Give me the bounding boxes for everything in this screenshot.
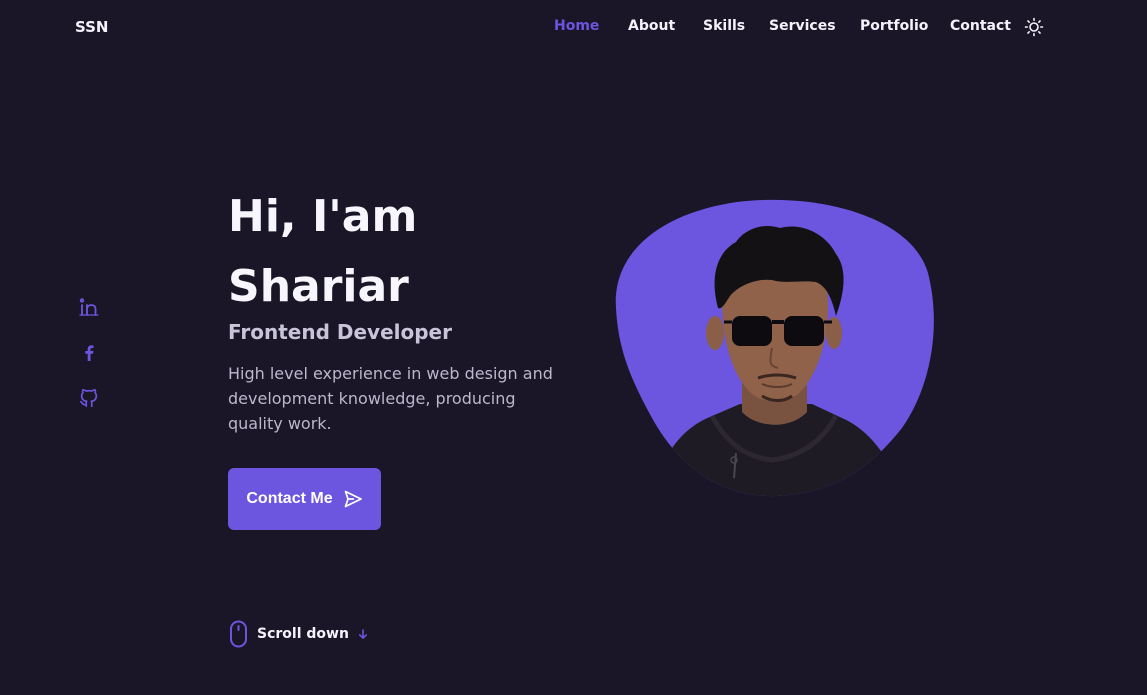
nav-item-home[interactable]: Home bbox=[554, 18, 599, 34]
facebook-link[interactable] bbox=[78, 342, 102, 366]
nav-item-skills[interactable]: Skills bbox=[703, 18, 745, 34]
profile-image bbox=[615, 199, 934, 497]
nav-item-portfolio[interactable]: Portfolio bbox=[860, 18, 928, 34]
hero-greeting: Hi, I'am bbox=[228, 191, 418, 242]
theme-toggle-button[interactable] bbox=[1024, 17, 1044, 37]
linkedin-icon bbox=[79, 298, 99, 316]
scroll-down-link[interactable]: Scroll down bbox=[229, 619, 369, 649]
sun-icon bbox=[1024, 17, 1044, 37]
github-icon bbox=[79, 388, 98, 408]
nav-item-services[interactable]: Services bbox=[769, 18, 836, 34]
scroll-down-label: Scroll down bbox=[257, 626, 349, 642]
mouse-icon bbox=[230, 620, 247, 648]
hero-title: Hi, I'am Shariar bbox=[228, 182, 417, 322]
hero-name: Shariar bbox=[228, 261, 409, 312]
github-link[interactable] bbox=[78, 387, 102, 411]
contact-me-button[interactable]: Contact Me bbox=[228, 468, 381, 530]
nav-item-contact[interactable]: Contact bbox=[950, 18, 1011, 34]
nav-item-about[interactable]: About bbox=[628, 18, 675, 34]
hero-subtitle: Frontend Developer bbox=[228, 320, 452, 344]
hero-description: High level experience in web design and … bbox=[228, 364, 553, 433]
main-nav: Home About Skills Services Portfolio Con… bbox=[0, 18, 1147, 38]
page: SSN Home About Skills Services Portfolio… bbox=[0, 0, 1147, 695]
linkedin-link[interactable] bbox=[78, 296, 102, 320]
send-icon bbox=[344, 490, 362, 508]
facebook-icon bbox=[85, 345, 94, 361]
contact-me-label: Contact Me bbox=[246, 490, 333, 507]
arrow-down-icon bbox=[358, 629, 367, 639]
